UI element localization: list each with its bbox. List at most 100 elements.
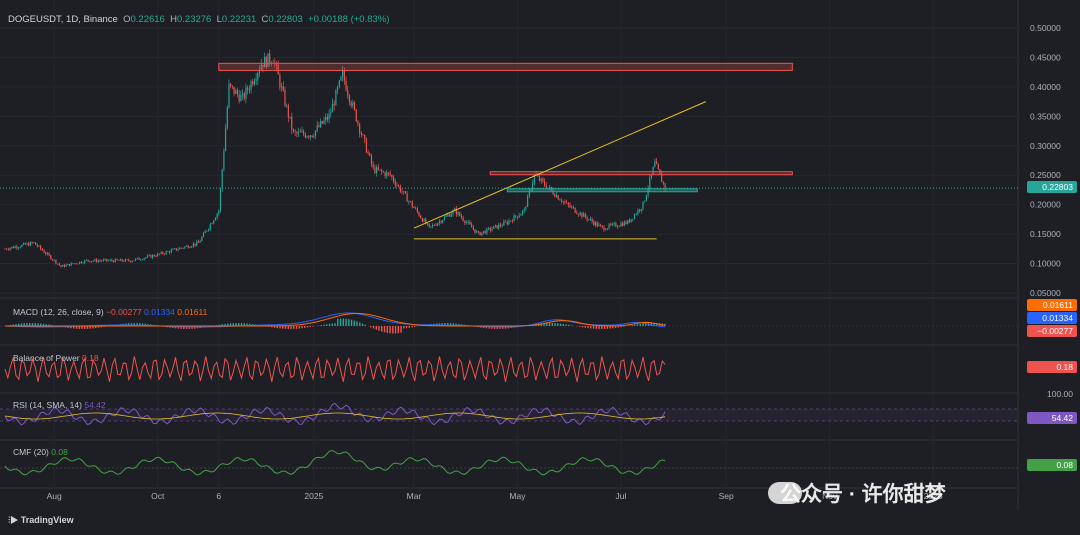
candle-body — [615, 223, 617, 227]
candle-body — [428, 223, 430, 227]
candle-body — [21, 244, 23, 247]
candle-body — [467, 221, 469, 223]
candle-body — [84, 260, 86, 263]
candle-body — [401, 191, 403, 193]
candle-body — [46, 253, 49, 255]
candle-body — [303, 131, 305, 135]
cmf-badge: 0.08 — [1027, 459, 1077, 471]
candle-body — [484, 231, 486, 234]
candle-body — [499, 224, 502, 226]
candle-body — [644, 200, 646, 202]
candle-body — [187, 245, 189, 248]
low-value: 0.22231 — [221, 14, 257, 25]
candle-body — [199, 241, 201, 243]
macd-legend[interactable]: MACD (12, 26, close, 9) −0.00277 0.01334… — [13, 307, 207, 317]
candle-body — [411, 201, 413, 207]
candle-body — [603, 227, 605, 231]
candle-body — [241, 93, 244, 95]
candle-body — [406, 193, 408, 202]
candle-body — [170, 249, 172, 253]
chart-canvas[interactable]: 0.50000 0.45000 0.40000 0.35000 0.30000 0.250… — [0, 0, 1080, 535]
candle-body — [569, 204, 571, 208]
candle-body — [67, 263, 69, 265]
candle-body — [494, 225, 496, 227]
candle-body — [365, 139, 368, 153]
candle-body — [153, 255, 155, 257]
candle-body — [221, 169, 223, 189]
candle-body — [240, 94, 242, 102]
candle-body — [318, 125, 320, 127]
candle-body — [50, 255, 52, 260]
candle-body — [68, 263, 71, 266]
candle-body — [26, 243, 28, 245]
candle-body — [482, 231, 485, 233]
candle-body — [474, 229, 476, 233]
candle-body — [364, 134, 366, 140]
candle-body — [23, 243, 25, 245]
candle-body — [409, 201, 412, 202]
candle-body — [119, 259, 121, 261]
close-value: 0.22803 — [268, 14, 303, 25]
rsi-legend[interactable]: RSI (14, SMA, 14) 54.42 — [13, 400, 106, 410]
y-tick-label: 0.35000 — [1030, 111, 1061, 121]
candle-body — [87, 259, 89, 262]
red-zone — [218, 62, 793, 71]
candle-body — [347, 90, 349, 96]
y-tick-label: 0.25000 — [1030, 170, 1061, 180]
candle-body — [177, 249, 179, 251]
candle-body — [423, 219, 425, 222]
candle-body — [577, 213, 580, 215]
candle-body — [657, 163, 659, 170]
candle-body — [491, 228, 493, 231]
candle-body — [330, 112, 332, 114]
bop-label: Balance of Power — [13, 353, 80, 363]
bop-legend[interactable]: Balance of Power 0.18 — [13, 353, 99, 363]
tradingview-logo[interactable]: ⫶▶ TradingView — [8, 515, 74, 526]
candle-body — [247, 87, 249, 91]
candle-body — [518, 215, 520, 218]
candle-body — [450, 214, 452, 217]
candle-body — [367, 152, 369, 154]
candle-body — [508, 220, 510, 225]
cmf-legend[interactable]: CMF (20) 0.08 — [13, 447, 68, 457]
candle-body — [158, 253, 161, 255]
candle-body — [36, 244, 38, 247]
candle-body — [179, 247, 181, 250]
candle-body — [118, 260, 120, 261]
candle-body — [574, 207, 576, 213]
candle-body — [29, 242, 32, 246]
open-label: O — [123, 14, 131, 25]
candle-body — [194, 243, 196, 246]
candle-body — [510, 220, 512, 222]
candle-body — [477, 231, 480, 233]
candle-body — [630, 218, 632, 223]
watermark: 公众号 · 许你甜梦 — [780, 483, 946, 506]
candle-body — [53, 259, 55, 261]
candle-body — [481, 232, 483, 236]
candle-body — [328, 113, 330, 120]
candle-body — [289, 116, 291, 118]
candle-body — [180, 247, 183, 249]
candle-body — [460, 215, 463, 218]
candle-body — [155, 256, 157, 257]
candle-body — [418, 212, 420, 217]
candle-body — [511, 220, 513, 222]
y-tick-label: 0.10000 — [1030, 259, 1061, 269]
candle-body — [167, 251, 169, 252]
candle-body — [457, 212, 459, 215]
candle-body — [286, 105, 288, 106]
candle-body — [628, 220, 631, 223]
candle-body — [571, 206, 573, 208]
candle-body — [633, 214, 636, 219]
symbol-label[interactable]: DOGEUSDT, 1D, Binance — [8, 14, 118, 25]
candle-body — [163, 253, 166, 255]
macd-label: MACD (12, 26, close, 9) — [13, 307, 104, 317]
candle-body — [472, 227, 474, 230]
candle-body — [314, 130, 317, 137]
candle-body — [321, 121, 323, 124]
candle-body — [376, 167, 378, 173]
candle-body — [28, 243, 30, 246]
y-tick-label: 0.05000 — [1030, 288, 1061, 298]
candle-body — [70, 263, 72, 266]
candle-body — [372, 164, 374, 168]
